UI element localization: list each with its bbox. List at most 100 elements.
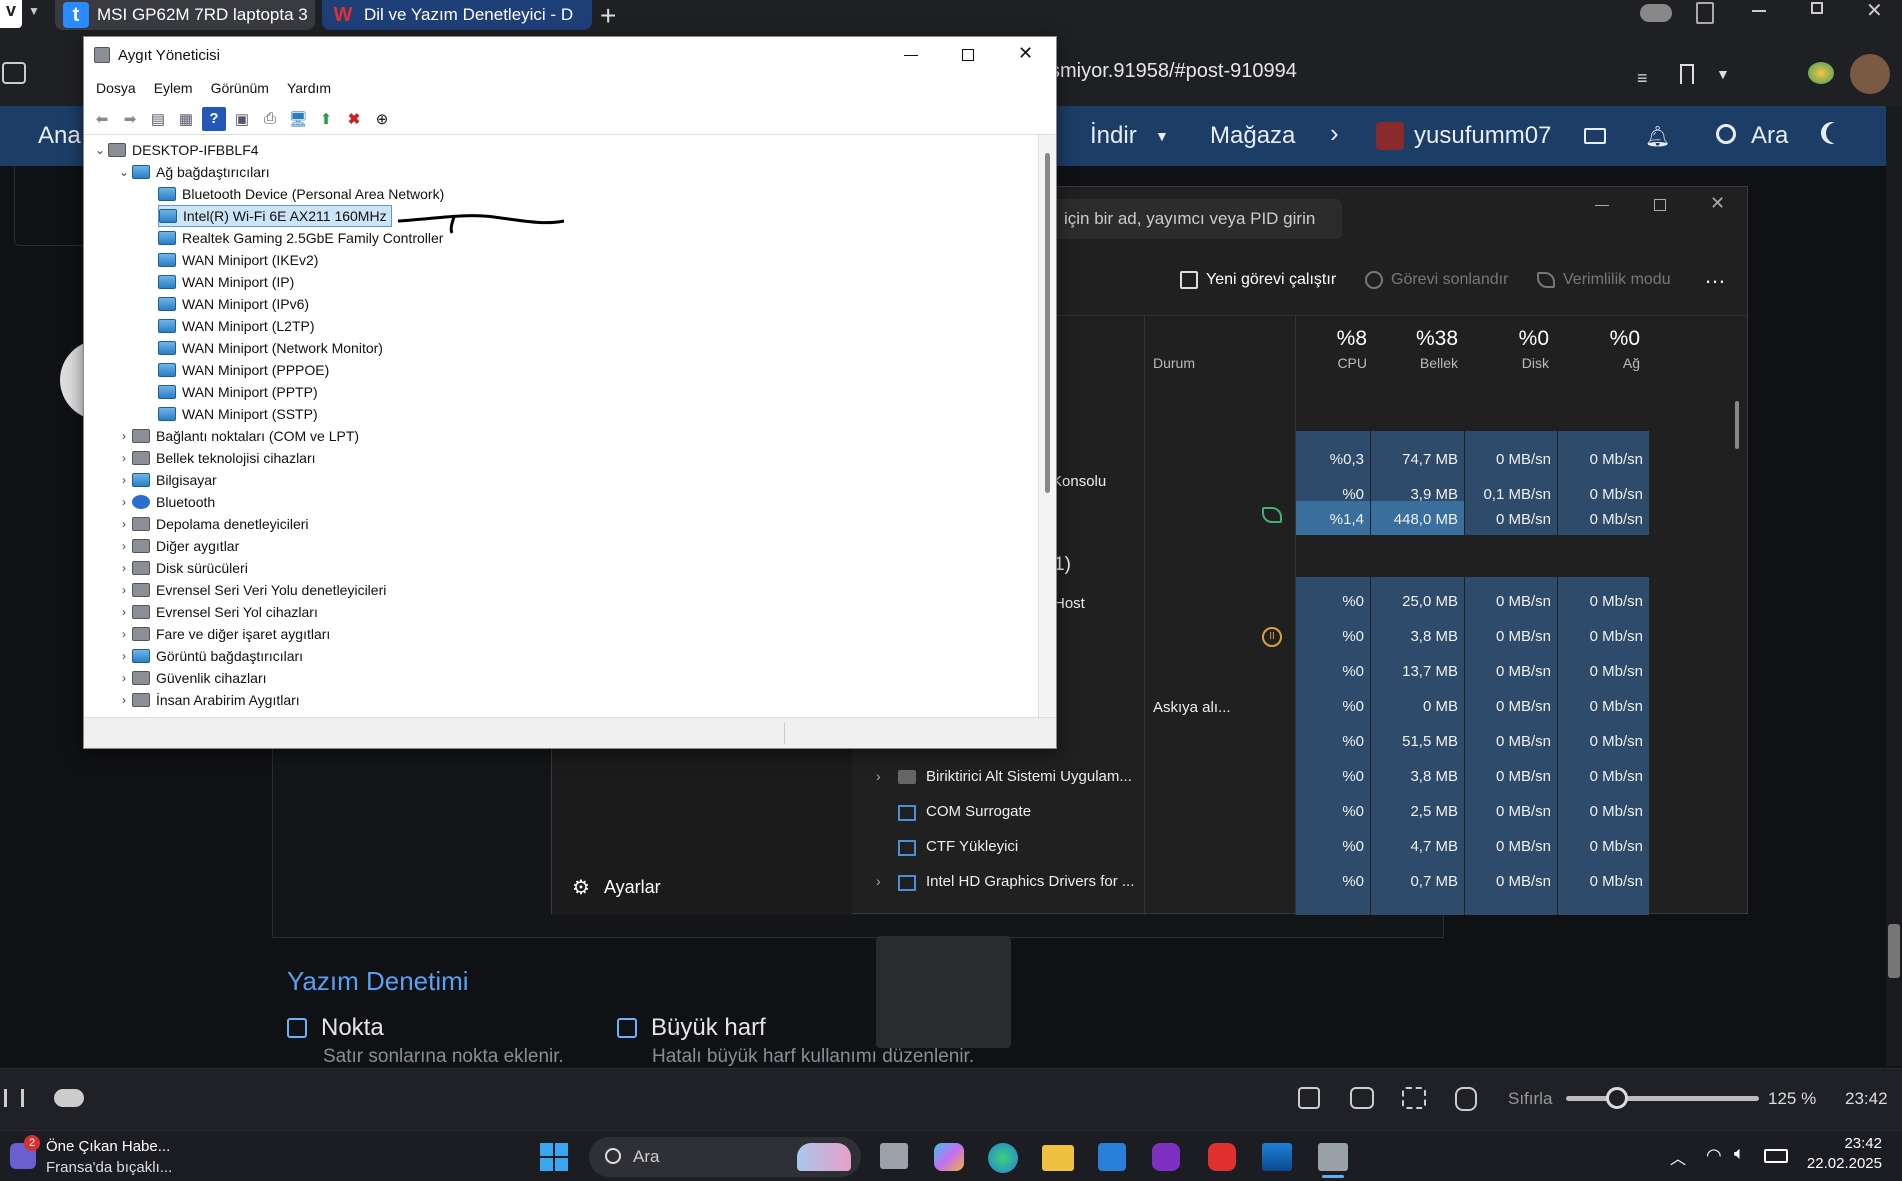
chevron-right-icon[interactable]: › <box>116 671 132 685</box>
close-icon[interactable]: ✕ <box>1018 43 1033 64</box>
mail-icon[interactable] <box>1584 128 1606 144</box>
expand-chevron-icon[interactable]: › <box>876 873 881 889</box>
category-security[interactable]: › Güvenlik cihazları <box>116 667 267 689</box>
network-device[interactable]: WAN Miniport (IPv6) <box>158 293 309 315</box>
chevron-right-icon[interactable]: › <box>116 583 132 597</box>
minimize-icon[interactable] <box>1752 10 1766 12</box>
app-icon[interactable] <box>1152 1143 1180 1171</box>
volume-icon[interactable]: 🔈︎ <box>1734 1143 1745 1164</box>
page-scrollbar[interactable] <box>1886 106 1902 1066</box>
maximize-icon[interactable] <box>1654 199 1666 211</box>
tree-root[interactable]: ⌄ DESKTOP-IFBBLF4 <box>92 139 259 161</box>
properties-icon[interactable]: ▦ <box>174 107 198 131</box>
help-icon[interactable]: ? <box>202 106 226 131</box>
chevron-right-icon[interactable]: › <box>116 627 132 641</box>
tray-overflow-icon[interactable]: ︿ <box>1670 1145 1686 1169</box>
bell-icon[interactable]: 🔔︎ <box>1645 124 1670 149</box>
table-row[interactable]: CTF Yükleyici %0 4,7 MB 0 MB/sn 0 Mb/sn <box>852 832 1712 862</box>
table-row[interactable]: › Intel HD Graphics Drivers for ... %0 0… <box>852 867 1712 897</box>
minimize-icon[interactable] <box>1595 205 1609 206</box>
reader-icon[interactable]: ≡ <box>1637 68 1648 89</box>
search-icon[interactable] <box>1716 124 1736 144</box>
bookmark-icon[interactable] <box>1680 64 1694 84</box>
network-device[interactable]: WAN Miniport (PPTP) <box>158 381 318 403</box>
copilot-icon[interactable] <box>934 1143 964 1171</box>
checkbox[interactable] <box>287 1018 307 1038</box>
tab-dil-yazim[interactable]: W Dil ve Yazım Denetleyici - D <box>322 0 592 30</box>
chevron-right-icon[interactable]: › <box>116 605 132 619</box>
download-icon[interactable]: ⊕ <box>370 107 394 131</box>
network-device[interactable]: WAN Miniport (Network Monitor) <box>158 337 383 359</box>
category-other[interactable]: › Diğer aygıtlar <box>116 535 239 557</box>
back-icon[interactable]: ⬅ <box>90 107 114 131</box>
vivaldi-icon[interactable] <box>1208 1143 1236 1171</box>
capture-icon[interactable] <box>1298 1087 1320 1109</box>
user-avatar[interactable] <box>1376 122 1404 150</box>
nav-store[interactable]: Mağaza <box>1210 122 1295 150</box>
col-status[interactable]: Durum <box>1153 355 1195 371</box>
dm-scrollbar[interactable] <box>1039 135 1056 717</box>
new-tab-button[interactable]: + <box>600 0 616 32</box>
profile-avatar[interactable] <box>1850 54 1890 94</box>
network-device[interactable]: WAN Miniport (PPPOE) <box>158 359 329 381</box>
network-device[interactable]: WAN Miniport (SSTP) <box>158 403 318 425</box>
windows-start-icon[interactable] <box>540 1143 568 1171</box>
table-row[interactable]: › Biriktirici Alt Sistemi Uygulam... %0 … <box>852 762 1712 792</box>
page-scroll-thumb[interactable] <box>1888 924 1900 978</box>
edge-icon[interactable] <box>988 1143 1018 1173</box>
menu-gorunum[interactable]: Görünüm <box>211 80 269 96</box>
chevron-down-icon[interactable]: ⌄ <box>116 165 132 179</box>
image-toggle-icon[interactable] <box>1455 1087 1477 1111</box>
category-display[interactable]: › Görüntü bağdaştırıcıları <box>116 645 303 667</box>
zoom-reset-button[interactable]: Sıfırla <box>1508 1089 1552 1109</box>
network-device[interactable]: WAN Miniport (IKEv2) <box>158 249 318 271</box>
category-ports[interactable]: › Bağlantı noktaları (COM ve LPT) <box>116 425 359 447</box>
efficiency-mode-button[interactable]: Verimlilik modu <box>1537 271 1671 289</box>
panel-toggle-icon[interactable] <box>4 1089 24 1107</box>
taskbar-date[interactable]: 22.02.2025 <box>1806 1155 1882 1172</box>
category-storage[interactable]: › Depolama denetleyicileri <box>116 513 309 535</box>
dm-scroll-thumb[interactable] <box>1045 153 1050 493</box>
cloud-icon[interactable] <box>1640 4 1672 22</box>
url-field[interactable]: smiyor.91958/#post-910994 <box>1050 60 1810 86</box>
zoom-slider[interactable] <box>1566 1087 1759 1109</box>
network-device-selected[interactable]: Intel(R) Wi-Fi 6E AX211 160MHz <box>158 205 392 227</box>
chevron-right-icon[interactable]: › <box>1330 118 1339 149</box>
nav-username[interactable]: yusufumm07 <box>1414 122 1551 150</box>
network-device[interactable]: WAN Miniport (L2TP) <box>158 315 315 337</box>
chevron-right-icon[interactable]: › <box>116 473 132 487</box>
category-memory[interactable]: › Bellek teknolojisi cihazları <box>116 447 316 469</box>
maximize-icon[interactable] <box>962 49 974 61</box>
chevron-right-icon[interactable]: › <box>116 495 132 509</box>
show-hide-tree-icon[interactable]: ▤ <box>146 107 170 131</box>
taskbar-search[interactable]: Ara <box>589 1137 861 1177</box>
chevron-right-icon[interactable]: › <box>116 429 132 443</box>
category-usb-controllers[interactable]: › Evrensel Seri Veri Yolu denetleyicileri <box>116 579 386 601</box>
checkbox[interactable] <box>617 1018 637 1038</box>
tab-msi[interactable]: t MSI GP62M 7RD laptopta 3 <box>55 0 315 30</box>
view-icon[interactable]: ▣ <box>230 107 254 131</box>
address-dropdown-icon[interactable]: ▼ <box>1716 66 1730 82</box>
chevron-right-icon[interactable]: › <box>116 451 132 465</box>
nav-search[interactable]: Ara <box>1751 122 1788 150</box>
settings-button[interactable]: ⚙︎ Ayarlar <box>572 875 661 900</box>
browser-menu-icon[interactable]: v <box>0 0 22 28</box>
col-network[interactable]: Ağ <box>1582 355 1640 371</box>
store-icon[interactable] <box>1098 1143 1126 1171</box>
chevron-down-icon[interactable]: ⌄ <box>92 143 108 157</box>
restore-icon[interactable] <box>1811 2 1823 14</box>
minimize-icon[interactable] <box>904 55 918 56</box>
category-computer[interactable]: › Bilgisayar <box>116 469 217 491</box>
tab-dropdown-icon[interactable]: ▼ <box>28 4 40 18</box>
task-view-icon[interactable] <box>880 1143 908 1169</box>
moon-icon[interactable] <box>1826 122 1848 144</box>
table-row[interactable]: COM Surrogate %0 2,5 MB 0 MB/sn 0 Mb/sn <box>852 797 1712 827</box>
print-icon[interactable]: ⎙ <box>258 107 282 131</box>
sidebar-toggle-icon[interactable] <box>2 62 26 84</box>
option-nokta[interactable]: Nokta <box>287 1014 384 1042</box>
device-manager-task-icon[interactable] <box>1318 1143 1348 1171</box>
chevron-right-icon[interactable]: › <box>116 561 132 575</box>
update-driver-icon[interactable]: ⬆ <box>314 107 338 131</box>
extension-icon[interactable] <box>1808 62 1834 84</box>
wifi-icon[interactable]: ◠ <box>1706 1145 1722 1166</box>
